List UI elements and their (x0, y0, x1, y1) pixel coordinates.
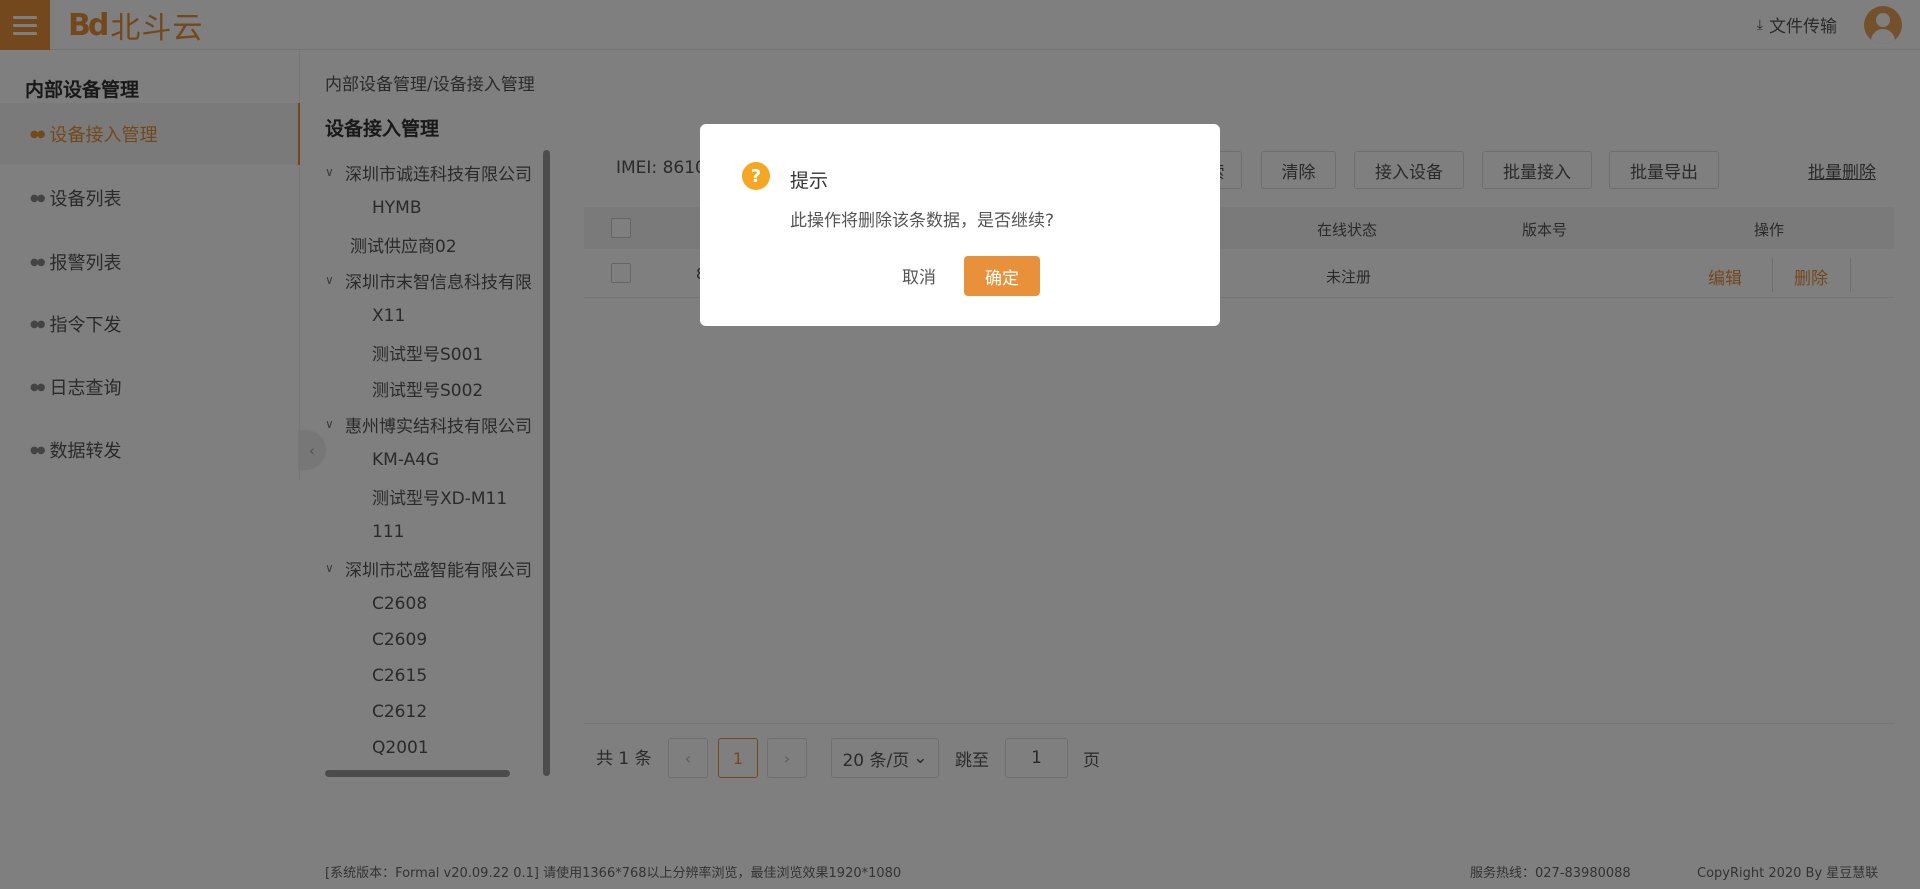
cancel-button[interactable]: 取消 (886, 256, 952, 294)
question-icon: ? (742, 162, 770, 190)
dialog-message: 此操作将删除该条数据，是否继续? (790, 211, 1055, 231)
dialog-title: 提示 (790, 170, 829, 192)
confirm-button[interactable]: 确定 (964, 256, 1040, 296)
confirm-dialog: ? 提示 此操作将删除该条数据，是否继续? 取消 确定 (700, 124, 1220, 326)
